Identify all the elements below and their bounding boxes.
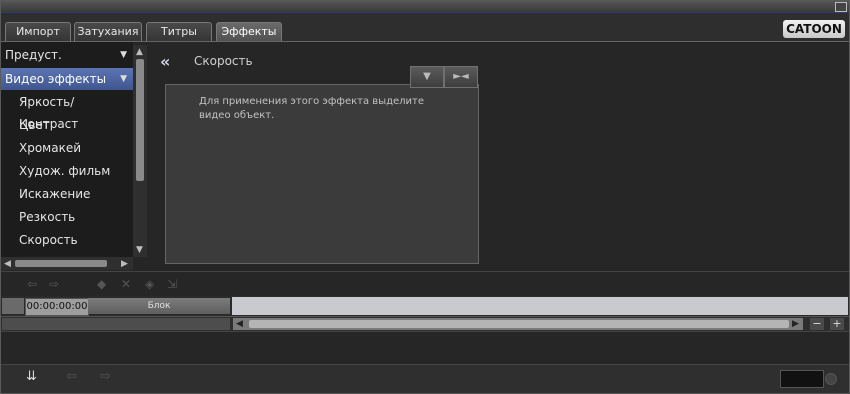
- sidebar-item-color[interactable]: Цвет: [1, 114, 133, 136]
- sidebar-item-speed[interactable]: Скорость: [1, 229, 133, 251]
- group-caret-icon: ▼: [120, 74, 127, 84]
- catooh-logo: CATOON: [783, 20, 845, 38]
- tab-bar: Импорт Затухания Титры Эффекты CATOON: [1, 13, 849, 42]
- vertical-scroll-thumb[interactable]: [136, 59, 144, 181]
- zoom-in-button[interactable]: +: [830, 318, 844, 330]
- tracks-area: [1, 332, 849, 364]
- scroll-left-icon[interactable]: ◀: [4, 259, 11, 269]
- scroll-right-icon[interactable]: ▶: [121, 259, 128, 269]
- timeline-scroll-right-icon[interactable]: ▶: [792, 319, 799, 329]
- panel-dropdown-button[interactable]: ▼: [410, 66, 444, 88]
- preset-dropdown[interactable]: Предуст. видеоэфф. ▼: [1, 44, 133, 84]
- scroll-up-icon[interactable]: ▲: [136, 47, 143, 57]
- timeline-track[interactable]: [232, 297, 848, 315]
- footer-bar: [1, 364, 849, 393]
- video-effects-label: Видео эффекты: [5, 72, 107, 86]
- zoom-out-button[interactable]: −: [810, 318, 824, 330]
- double-chevron-left-icon[interactable]: «: [160, 52, 170, 71]
- back-arrow-icon[interactable]: ⇦: [66, 369, 77, 384]
- expand-double-chevron-icon[interactable]: ⇊: [26, 369, 37, 384]
- sidebar-item-chromakey[interactable]: Хромакей: [1, 137, 133, 159]
- keyframe-icon[interactable]: ◆: [97, 277, 106, 291]
- footer-circle-icon[interactable]: [825, 373, 837, 385]
- undo-arrow-icon[interactable]: ⇦: [27, 277, 37, 291]
- tab-effects[interactable]: Эффекты: [216, 22, 282, 41]
- title-bar: [1, 1, 849, 13]
- dropdown-caret-icon: ▼: [120, 50, 127, 60]
- effects-sidebar: Предуст. видеоэфф. ▼ Видео эффекты ▼ Ярк…: [1, 42, 133, 258]
- sidebar-item-art-film[interactable]: Худож. фильм: [1, 160, 133, 182]
- prev-keyframe-icon[interactable]: ◈: [145, 277, 154, 291]
- scroll-down-icon[interactable]: ▼: [136, 245, 143, 255]
- timeline-scrollbar[interactable]: ◀ ▶: [233, 318, 803, 330]
- sidebar-item-sharpness[interactable]: Резкость: [1, 206, 133, 228]
- timecode-display[interactable]: 00:00:00:00: [25, 298, 89, 316]
- timeline-left-cap: [2, 298, 24, 314]
- forward-arrow-icon[interactable]: ⇨: [100, 369, 111, 384]
- maximize-icon[interactable]: [835, 2, 847, 12]
- redo-arrow-icon[interactable]: ⇨: [49, 277, 59, 291]
- delete-icon[interactable]: ✕: [121, 277, 131, 291]
- next-keyframe-icon[interactable]: ⇲: [167, 277, 177, 291]
- panel-collapse-button[interactable]: ►◄: [444, 66, 478, 88]
- timeline-scroll-thumb[interactable]: [249, 320, 789, 328]
- sidebar-item-distortion[interactable]: Искажение: [1, 183, 133, 205]
- effect-title: Скорость: [194, 54, 253, 68]
- timeline-toolbar: ⇦ ⇨ ◆ ✕ ◈ ⇲: [1, 272, 849, 296]
- sidebar-horizontal-scrollbar[interactable]: ◀ ▶: [1, 257, 133, 270]
- tab-transitions[interactable]: Затухания: [74, 22, 142, 41]
- timeline-left-bar: [2, 318, 230, 330]
- footer-display-box: [780, 370, 824, 388]
- tab-import[interactable]: Импорт: [5, 22, 71, 41]
- sidebar-item-brightness[interactable]: Яркость/Контраст: [1, 91, 133, 131]
- video-effects-group[interactable]: Видео эффекты ▼: [1, 68, 133, 90]
- tab-titles[interactable]: Титры: [146, 22, 212, 41]
- timeline-scroll-left-icon[interactable]: ◀: [236, 319, 243, 329]
- sidebar-vertical-scrollbar[interactable]: ▲ ▼: [133, 45, 147, 257]
- block-label: Блок: [88, 298, 230, 314]
- effect-hint: Для применения этого эффекта выделите ви…: [199, 96, 425, 121]
- horizontal-scroll-thumb[interactable]: [15, 260, 107, 267]
